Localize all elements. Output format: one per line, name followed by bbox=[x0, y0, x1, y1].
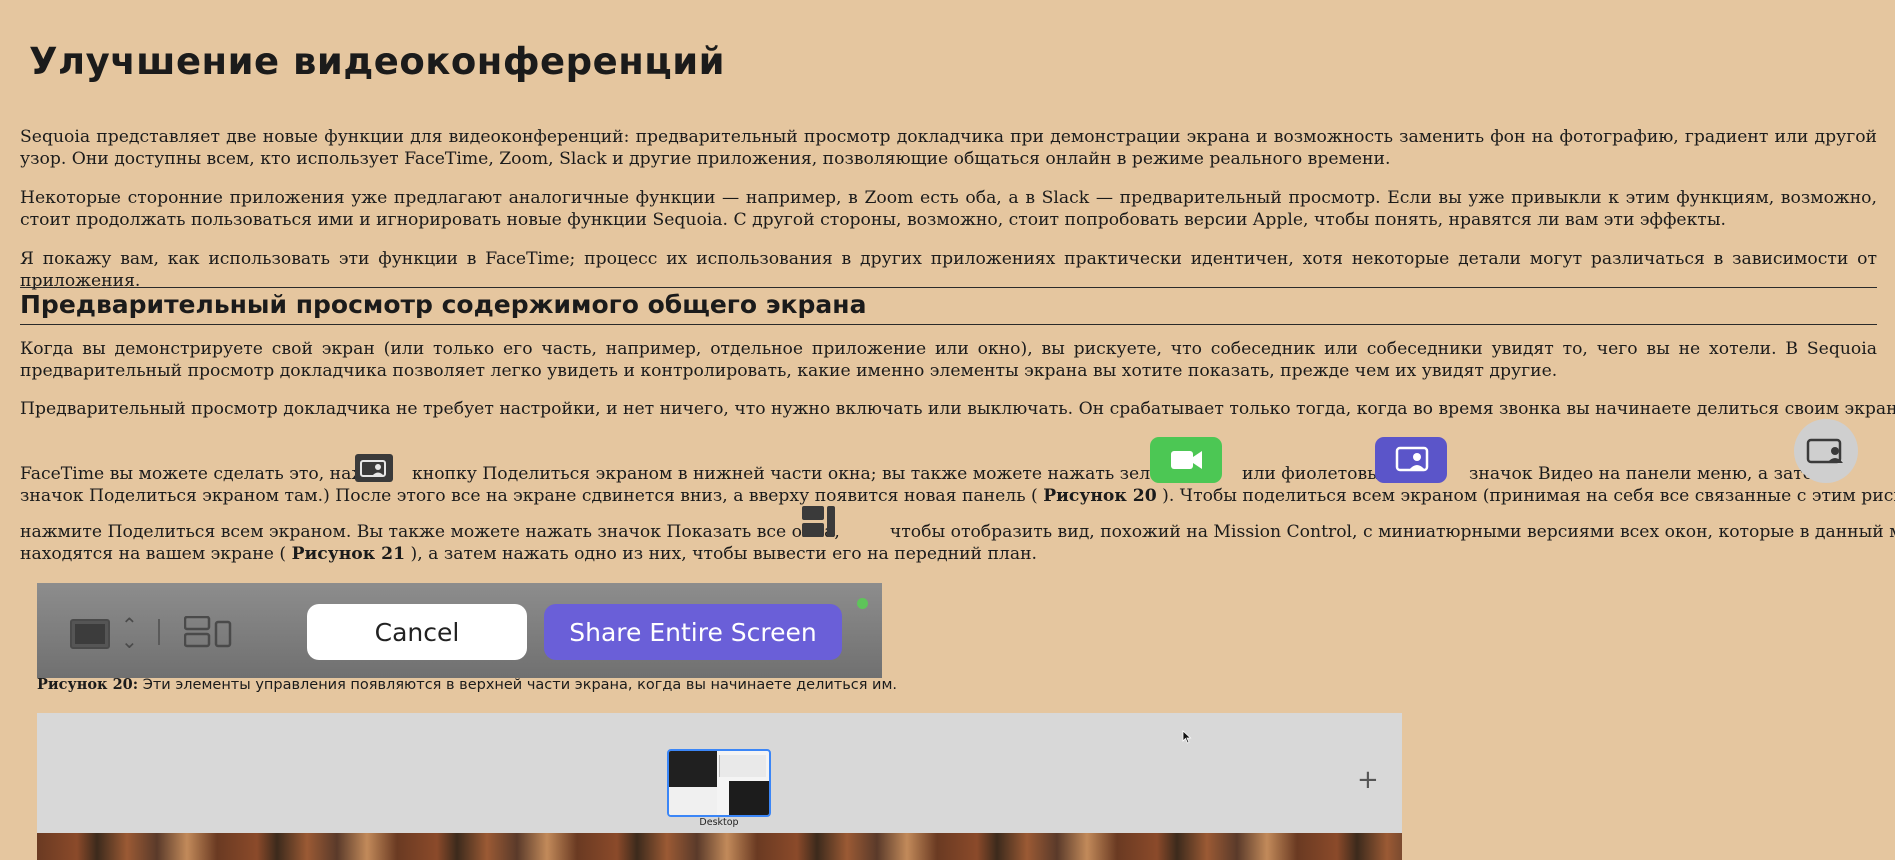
share-entire-screen-button[interactable]: Share Entire Screen bbox=[544, 604, 842, 660]
add-desktop-icon[interactable]: + bbox=[1357, 765, 1379, 795]
figure-21-screenshot: Desktop + bbox=[37, 713, 1402, 860]
paragraph-facetime: Я покажу вам, как использовать эти функц… bbox=[20, 249, 1877, 291]
toolbar-divider bbox=[158, 619, 160, 645]
chevron-updown-icon[interactable]: ⌃ ⌄ bbox=[121, 615, 138, 651]
cancel-button[interactable]: Cancel bbox=[307, 604, 527, 660]
share-screen-icon bbox=[355, 454, 393, 482]
paragraph-third-party: Некоторые сторонние приложения уже предл… bbox=[20, 188, 1877, 230]
cursor-icon bbox=[1182, 729, 1192, 748]
paragraph-presenter-preview: Когда вы демонстрируете свой экран (или … bbox=[20, 339, 1877, 381]
paragraph-line: находятся на вашем экране ( Рисунок 21 )… bbox=[20, 544, 1038, 564]
paragraph-intro: Sequoia представляет две новые функции д… bbox=[20, 127, 1877, 169]
share-screen-icon bbox=[1375, 437, 1447, 483]
figure-20-caption: Рисунок 20: Эти элементы управления появ… bbox=[37, 676, 897, 693]
wallpaper-image bbox=[37, 833, 1402, 860]
desktop-thumbnail[interactable] bbox=[667, 749, 771, 817]
section-rule-top bbox=[20, 287, 1877, 288]
desktop-label: Desktop bbox=[699, 817, 739, 828]
paragraph-line: значок Видео на панели меню, а затем bbox=[1469, 464, 1827, 484]
figure-reference[interactable]: Рисунок 20 bbox=[1043, 486, 1157, 506]
paragraph-line: Предварительный просмотр докладчика не т… bbox=[20, 399, 1895, 419]
show-all-windows-icon[interactable] bbox=[183, 615, 236, 648]
caption-text: Эти элементы управления появляются в вер… bbox=[142, 677, 898, 693]
share-screen-icon bbox=[1794, 419, 1858, 483]
figure-20-screenshot: ⌃ ⌄ Cancel Share Entire Screen bbox=[37, 583, 882, 678]
paragraph-line: или фиолетовый bbox=[1242, 464, 1393, 484]
paragraph-line: FaceTime вы можете сделать это, нажав bbox=[20, 464, 388, 484]
section-rule-bottom bbox=[20, 324, 1877, 325]
video-camera-icon bbox=[1150, 437, 1222, 483]
figure-reference[interactable]: Рисунок 21 bbox=[292, 544, 406, 564]
page-title: Улучшение видеоконференций bbox=[29, 40, 726, 83]
paragraph-line: кнопку Поделиться экраном в нижней части… bbox=[412, 464, 1197, 484]
screen-icon[interactable] bbox=[70, 619, 110, 649]
caption-label: Рисунок 20: bbox=[37, 676, 139, 693]
show-all-windows-icon bbox=[780, 504, 836, 540]
section-heading: Предварительный просмотр содержимого общ… bbox=[20, 290, 867, 319]
paragraph-line: нажмите Поделиться всем экраном. Вы такж… bbox=[20, 522, 1895, 542]
camera-indicator bbox=[857, 598, 868, 609]
paragraph-line: значок Поделиться экраном там.) После эт… bbox=[20, 486, 1895, 506]
